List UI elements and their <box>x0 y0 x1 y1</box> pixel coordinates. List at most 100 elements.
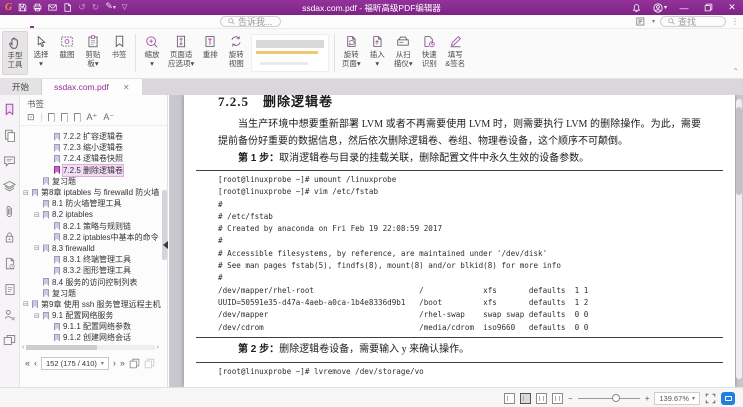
menu-item[interactable] <box>168 15 184 28</box>
layers-icon[interactable] <box>3 180 16 192</box>
customize-toolbar-icon[interactable]: ▽ <box>122 3 127 12</box>
print-icon[interactable] <box>33 3 42 12</box>
options-icon[interactable]: ⊡ <box>27 113 35 122</box>
clipboard-button[interactable]: 剪贴 板▾ <box>80 31 106 75</box>
bookmark-item[interactable]: ⊟ 第8章 iptables 与 firewalld 防火墙 <box>20 187 161 198</box>
menu-item[interactable] <box>184 15 200 28</box>
minimize-button[interactable]: — <box>673 0 695 15</box>
zoom-button[interactable]: 缩放 ▾ <box>139 31 165 75</box>
bookmark-item[interactable]: 8.3.2 图形管理工具 <box>20 265 161 276</box>
scroll-right-icon[interactable]: › <box>157 344 159 351</box>
menu-item[interactable] <box>24 15 40 28</box>
bookmark-item[interactable]: ⊟ 8.2 iptables <box>20 209 161 220</box>
security-icon[interactable] <box>4 231 15 244</box>
bookmark-item[interactable]: 复习题 <box>20 176 161 187</box>
assistant-icon[interactable] <box>721 392 735 405</box>
bell-icon[interactable] <box>625 0 647 15</box>
page-number-input[interactable]: 152 (175 / 410) ▾ <box>41 357 109 370</box>
menu-item[interactable] <box>88 15 104 28</box>
expand-bookmark-icon[interactable] <box>48 113 55 122</box>
scroll-left-icon[interactable]: ‹ <box>22 344 24 351</box>
split-view-icon[interactable] <box>3 334 16 346</box>
document-viewport[interactable]: 7.2.5 删除逻辑卷 当生产环境中想要重新部署 LVM 或者不再需要使用 LV… <box>169 95 743 387</box>
pen-icon[interactable]: ✎▾ <box>105 2 116 13</box>
menu-item[interactable] <box>72 15 88 28</box>
bookmark-item[interactable]: 7.2.2 扩容逻辑卷 <box>20 131 161 142</box>
from-scanner-button[interactable]: 从扫 描仪▾ <box>390 31 416 75</box>
foxit-logo[interactable]: G <box>5 2 12 13</box>
menu-item[interactable] <box>40 15 56 28</box>
fill-sign-button[interactable]: 填写 &签名 <box>442 31 468 75</box>
zoom-slider-thumb[interactable] <box>612 394 620 402</box>
insert-button[interactable]: 插入 ▾ <box>364 31 390 75</box>
menu-item[interactable] <box>200 15 216 28</box>
destinations-icon[interactable] <box>4 283 16 296</box>
panel-horizontal-scrollbar[interactable]: ‹ › <box>22 344 159 351</box>
fit-page-options-button[interactable]: 页面适 应选项▾ <box>165 31 197 75</box>
previous-page-button[interactable]: ‹ <box>34 358 37 368</box>
menu-item[interactable] <box>104 15 120 28</box>
restore-button[interactable] <box>697 0 719 15</box>
bookmark-item[interactable]: 复习题 <box>20 288 161 299</box>
chevron-down-icon[interactable]: ▾ <box>652 18 655 25</box>
zoom-in-icon[interactable]: + <box>645 394 650 403</box>
bookmark-item[interactable]: 8.2.1 策略与规则链 <box>20 221 161 232</box>
expand-toggle-icon[interactable]: ⊟ <box>34 312 43 320</box>
attachments-icon[interactable] <box>4 205 15 218</box>
single-page-view-icon[interactable] <box>504 393 515 404</box>
zoom-level-input[interactable]: 139.67% ▾ <box>654 392 700 405</box>
bookmark-item[interactable]: ⊟ 8.3 firewalld <box>20 243 161 254</box>
undo-icon[interactable]: ↺ <box>78 3 86 12</box>
reflow-button[interactable]: 重排 <box>197 31 223 75</box>
stamp-icon[interactable] <box>4 309 16 321</box>
bookmark-item[interactable]: 8.3.1 终端管理工具 <box>20 254 161 265</box>
expand-toggle-icon[interactable]: ⊟ <box>34 211 43 219</box>
digital-signature-icon[interactable] <box>4 257 16 270</box>
mail-icon[interactable] <box>48 3 57 12</box>
continuous-view-icon[interactable] <box>520 393 531 404</box>
menu-item[interactable] <box>136 15 152 28</box>
first-page-button[interactable]: « <box>25 358 30 368</box>
bookmark-button[interactable]: 书签 <box>106 31 132 75</box>
add-bookmark-icon[interactable] <box>61 113 68 122</box>
bookmark-item[interactable]: 7.2.4 逻辑卷快照 <box>20 153 161 164</box>
bookmark-item[interactable]: 9.1.2 创建网络会话 <box>20 332 161 341</box>
expand-toggle-icon[interactable]: ⊟ <box>23 189 32 197</box>
menu-item[interactable] <box>56 15 72 28</box>
comments-icon[interactable] <box>3 155 16 167</box>
rotate-page-button[interactable]: 旋转 页面▾ <box>338 31 364 75</box>
tab-document[interactable]: ssdax.com.pdf ✕ <box>42 79 142 95</box>
collapse-ribbon-icon[interactable]: ⌃ <box>732 67 739 76</box>
fullscreen-icon[interactable] <box>705 393 716 404</box>
find-input[interactable]: 查找 <box>660 16 726 27</box>
bookmark-item[interactable]: ⊟ 第9章 使用 ssh 服务管理远程主机 <box>20 299 161 310</box>
panel-collapse-handle[interactable] <box>163 241 168 249</box>
previous-view-icon[interactable] <box>129 358 140 369</box>
menu-item[interactable] <box>8 15 24 28</box>
close-button[interactable]: ✕ <box>721 0 743 15</box>
panel-vertical-scrollbar[interactable] <box>162 190 167 260</box>
account-icon[interactable]: ▾ <box>649 0 671 15</box>
facing-view-icon[interactable] <box>536 393 547 404</box>
smaller-text-icon[interactable]: A⁻ <box>103 113 114 122</box>
new-doc-icon[interactable] <box>63 3 72 12</box>
next-page-button[interactable]: › <box>113 358 116 368</box>
bookmark-item[interactable]: 8.4 服务的访问控制列表 <box>20 276 161 287</box>
redo-icon[interactable]: ↻ <box>92 3 100 12</box>
bookmark-item[interactable]: 9.1.1 配置网络参数 <box>20 321 161 332</box>
select-button[interactable]: 选择 ▾ <box>28 31 54 75</box>
larger-text-icon[interactable]: A⁺ <box>87 113 98 122</box>
view-options-icon[interactable] <box>636 17 647 26</box>
close-tab-icon[interactable]: ✕ <box>123 83 130 92</box>
tab-start[interactable]: 开始 <box>0 79 42 95</box>
quick-recognize-button[interactable]: 快速 识别 <box>416 31 442 75</box>
menu-item[interactable] <box>120 15 136 28</box>
save-icon[interactable] <box>18 3 27 12</box>
next-view-icon[interactable] <box>144 358 155 369</box>
rotate-view-button[interactable]: 旋转 视图 <box>223 31 249 75</box>
bookmark-item[interactable]: 8.2.2 iptables中基本的命令 <box>20 232 161 243</box>
snapshot-button[interactable]: 截图 <box>54 31 80 75</box>
bookmark-icon[interactable] <box>4 103 15 116</box>
more-options-icon[interactable]: ⋮ <box>731 17 739 26</box>
expand-toggle-icon[interactable]: ⊟ <box>34 244 43 252</box>
